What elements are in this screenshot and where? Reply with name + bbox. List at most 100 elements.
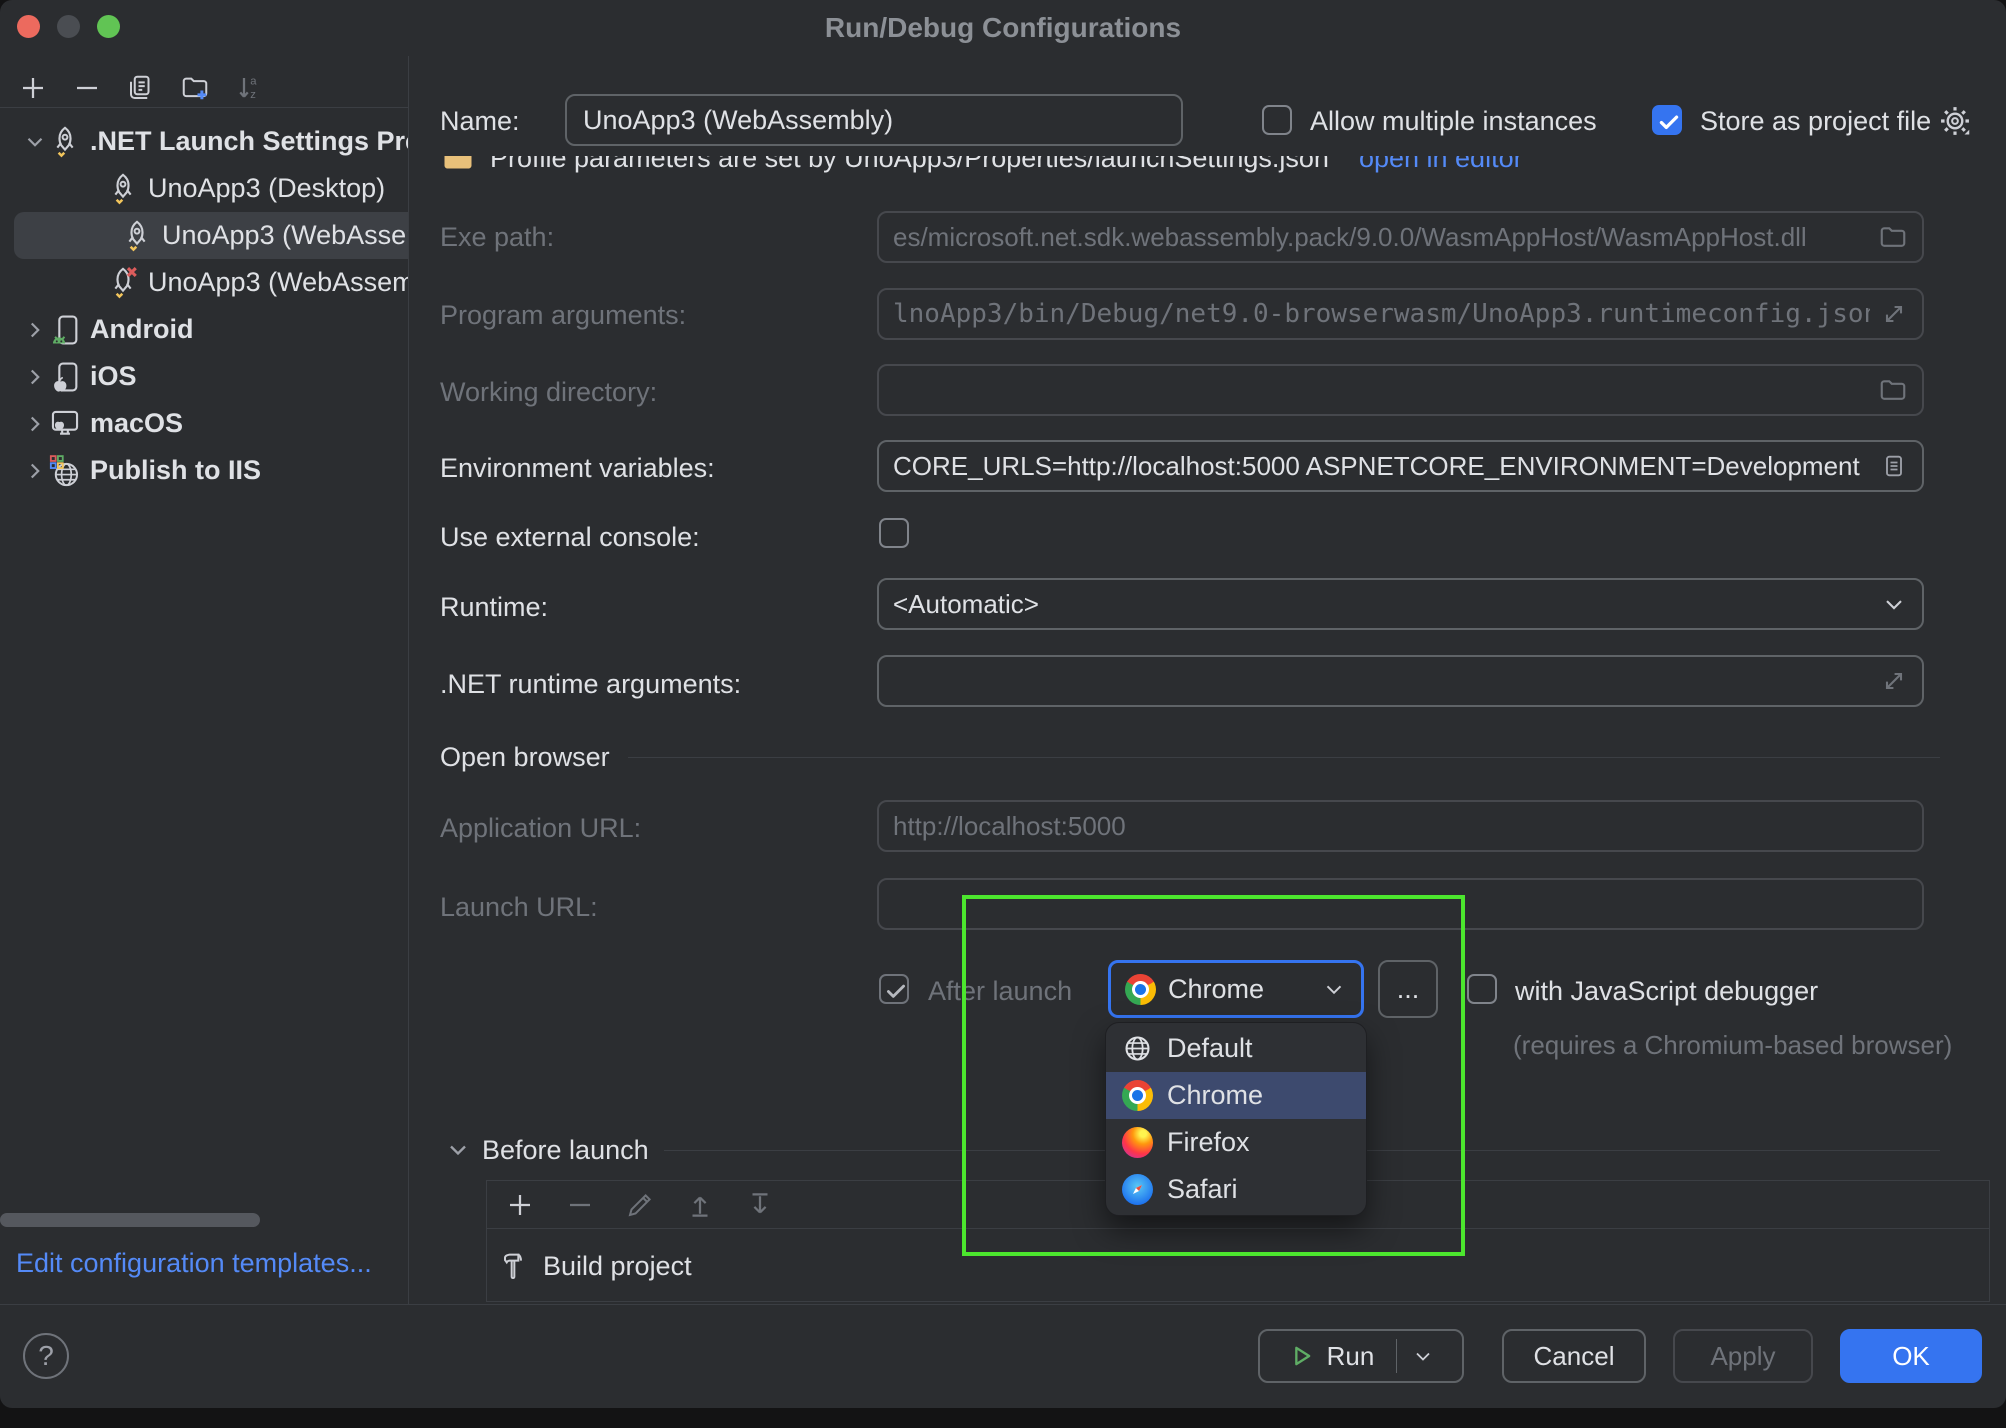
button-divider: [1396, 1339, 1397, 1373]
rocket-icon: [120, 219, 154, 253]
chevron-right-icon: [22, 364, 48, 390]
move-down-icon[interactable]: [745, 1190, 775, 1220]
profile-warning-banner: Profile parameters are set by UnoApp3/Pr…: [440, 156, 1550, 190]
store-as-project-file-label: Store as project file: [1700, 106, 1931, 137]
application-url-field: http://localhost:5000: [877, 800, 1924, 852]
folder-icon: [1878, 375, 1908, 405]
ok-button-label: OK: [1892, 1341, 1930, 1372]
dotnet-runtime-arguments-field[interactable]: [877, 655, 1924, 707]
expand-editor-button[interactable]: [1880, 667, 1908, 695]
browse-folder-button[interactable]: [1878, 222, 1908, 252]
tree-item-ios[interactable]: iOS: [0, 353, 408, 400]
tree-item-dotnet-launch-settings[interactable]: .NET Launch Settings Pre: [0, 118, 408, 165]
name-label: Name:: [440, 106, 520, 137]
edit-variables-button[interactable]: [1880, 452, 1908, 480]
new-folder-icon: [180, 72, 210, 104]
chevron-right-icon: [22, 411, 48, 437]
use-external-console-checkbox[interactable]: [879, 518, 909, 548]
open-in-editor-link[interactable]: open in editor: [1359, 156, 1523, 174]
after-launch-checkbox[interactable]: [879, 974, 909, 1004]
name-input[interactable]: UnoApp3 (WebAssembly): [565, 94, 1183, 146]
rocket-icon: [48, 125, 82, 159]
tree-item-label: .NET Launch Settings Pre: [90, 126, 408, 157]
environment-variables-field[interactable]: CORE_URLS=http://localhost:5000 ASPNETCO…: [877, 440, 1924, 492]
title-bar: Run/Debug Configurations: [0, 0, 2006, 56]
sidebar-horizontal-scrollbar[interactable]: [0, 1213, 260, 1227]
android-phone-icon: [48, 313, 82, 347]
program-arguments-field: lnoApp3/bin/Debug/net9.0-browserwasm/Uno…: [877, 288, 1924, 340]
tree-item-unoapp3-desktop[interactable]: UnoApp3 (Desktop): [0, 165, 408, 212]
before-launch-section-label: Before launch: [482, 1135, 649, 1166]
tree-item-unoapp3-webassembly-selected[interactable]: UnoApp3 (WebAssembly): [14, 212, 408, 259]
copy-configuration-button[interactable]: [126, 73, 156, 103]
chevron-down-icon[interactable]: [1411, 1344, 1435, 1368]
sort-alpha-icon: a z: [234, 72, 264, 104]
application-url-label: Application URL:: [440, 813, 641, 844]
program-arguments-value: lnoApp3/bin/Debug/net9.0-browserwasm/Uno…: [893, 299, 1870, 329]
add-configuration-button[interactable]: [18, 73, 48, 103]
chevron-right-icon: [22, 458, 48, 484]
rocket-error-icon: [106, 266, 140, 300]
cancel-button-label: Cancel: [1534, 1341, 1615, 1372]
tree-item-macos[interactable]: macOS: [0, 400, 408, 447]
js-debugger-hint: (requires a Chromium-based browser): [1513, 1030, 1952, 1061]
minus-icon[interactable]: [565, 1190, 595, 1220]
chevron-down-icon: [22, 129, 48, 155]
launch-url-label: Launch URL:: [440, 892, 598, 923]
remove-configuration-button[interactable]: [72, 73, 102, 103]
expand-editor-button[interactable]: [1880, 300, 1908, 328]
exe-path-value: es/microsoft.net.sdk.webassembly.pack/9.…: [893, 222, 1868, 253]
ios-phone-icon: [48, 360, 82, 394]
sidebar-separator: [0, 107, 408, 108]
store-options-gear-button[interactable]: [1936, 102, 1974, 140]
section-divider: [628, 757, 1940, 758]
tree-item-publish-to-iis[interactable]: Publish to IIS: [0, 447, 408, 494]
warning-icon: [440, 156, 476, 176]
folder-icon: [1878, 222, 1908, 252]
apply-button[interactable]: Apply: [1673, 1329, 1813, 1383]
use-external-console-label: Use external console:: [440, 522, 700, 553]
run-button[interactable]: Run: [1258, 1329, 1464, 1383]
before-launch-collapse-chevron[interactable]: [444, 1136, 472, 1164]
tree-item-label: UnoApp3 (WebAssembly): [162, 220, 408, 251]
dialog-title: Run/Debug Configurations: [0, 0, 2006, 56]
runtime-select[interactable]: <Automatic>: [877, 578, 1924, 630]
edit-configuration-templates-link[interactable]: Edit configuration templates...: [16, 1248, 372, 1279]
store-as-project-file-checkbox[interactable]: [1652, 105, 1682, 135]
new-folder-button[interactable]: [180, 73, 210, 103]
rocket-icon: [106, 172, 140, 206]
application-url-value: http://localhost:5000: [893, 811, 1908, 842]
svg-text:z: z: [250, 89, 256, 101]
question-mark-icon: ?: [38, 1340, 54, 1372]
edit-pencil-icon[interactable]: [625, 1190, 655, 1220]
tree-item-label: Android: [90, 314, 193, 345]
tree-item-android[interactable]: Android: [0, 306, 408, 353]
environment-variables-label: Environment variables:: [440, 453, 715, 484]
chevron-down-icon: [1880, 590, 1908, 618]
run-button-label: Run: [1327, 1341, 1375, 1372]
browse-folder-button[interactable]: [1878, 375, 1908, 405]
tree-item-label: Publish to IIS: [90, 455, 261, 486]
allow-multiple-instances-checkbox[interactable]: [1262, 105, 1292, 135]
svg-text:a: a: [250, 75, 257, 87]
program-arguments-label: Program arguments:: [440, 300, 686, 331]
copy-icon: [126, 73, 156, 103]
exe-path-field: es/microsoft.net.sdk.webassembly.pack/9.…: [877, 211, 1924, 263]
sort-configurations-button[interactable]: a z: [234, 73, 264, 103]
configurations-tree: .NET Launch Settings Pre UnoApp3 (Deskto…: [0, 118, 408, 494]
tree-item-label: macOS: [90, 408, 183, 439]
tree-item-label: UnoApp3 (Desktop): [148, 173, 385, 204]
runtime-value: <Automatic>: [893, 589, 1870, 620]
js-debugger-checkbox[interactable]: [1467, 974, 1497, 1004]
ok-button[interactable]: OK: [1840, 1329, 1982, 1383]
working-directory-label: Working directory:: [440, 377, 657, 408]
help-button[interactable]: ?: [23, 1333, 69, 1379]
cancel-button[interactable]: Cancel: [1502, 1329, 1646, 1383]
move-up-icon[interactable]: [685, 1190, 715, 1220]
gear-icon: [1936, 102, 1974, 140]
tree-item-unoapp3-webassembly-error[interactable]: UnoApp3 (WebAssembly): [0, 259, 408, 306]
warning-text: Profile parameters are set by UnoApp3/Pr…: [490, 156, 1329, 174]
play-icon: [1287, 1342, 1315, 1370]
expand-icon: [1880, 300, 1908, 328]
plus-icon[interactable]: [505, 1190, 535, 1220]
